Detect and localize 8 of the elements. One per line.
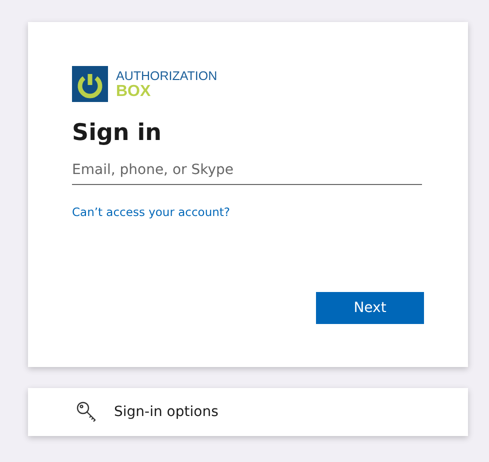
sign-in-options-button[interactable]: Sign-in options	[28, 388, 468, 436]
key-icon	[76, 401, 98, 423]
sign-in-title: Sign in	[72, 120, 163, 146]
next-button[interactable]: Next	[316, 292, 424, 324]
power-icon	[72, 66, 108, 102]
account-help-link[interactable]: Can’t access your account?	[72, 205, 230, 219]
logo-text: BOX	[116, 84, 152, 99]
logo-text: AUTHORIZATION	[116, 69, 218, 84]
